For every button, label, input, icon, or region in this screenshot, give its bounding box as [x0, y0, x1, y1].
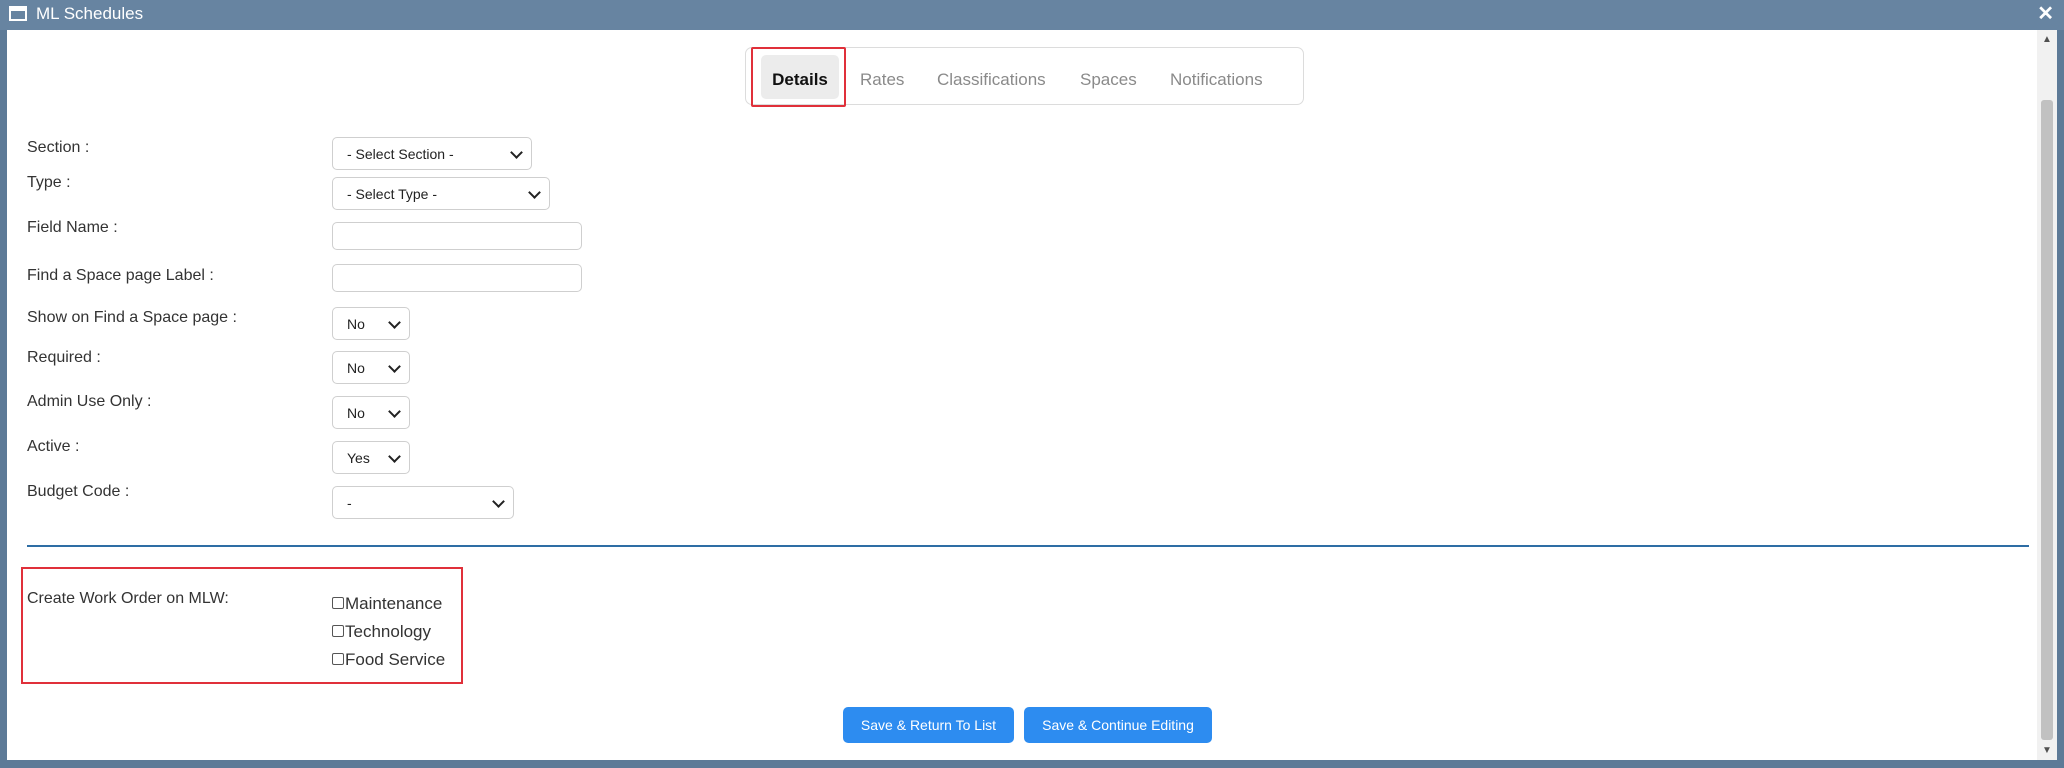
- window-icon: [9, 6, 27, 21]
- save-continue-button[interactable]: Save & Continue Editing: [1024, 707, 1212, 743]
- chevron-down-icon: [388, 405, 401, 418]
- active-select[interactable]: Yes: [332, 441, 410, 474]
- show-on-find-value: No: [347, 316, 365, 332]
- scroll-up-icon[interactable]: ▲: [2040, 33, 2054, 47]
- type-select-value: - Select Type -: [347, 186, 438, 202]
- chevron-down-icon: [492, 495, 505, 508]
- show-on-find-select[interactable]: No: [332, 307, 410, 340]
- field-name-label: Field Name :: [27, 219, 118, 236]
- save-return-button[interactable]: Save & Return To List: [843, 707, 1014, 743]
- maintenance-checkbox-label[interactable]: Maintenance: [345, 594, 442, 614]
- budget-code-label: Budget Code :: [27, 483, 130, 500]
- tab-spaces[interactable]: Spaces: [1080, 70, 1137, 90]
- section-divider: [27, 545, 2029, 547]
- chevron-down-icon: [510, 146, 523, 159]
- section-select-value: - Select Section -: [347, 146, 454, 162]
- active-label: Active :: [27, 438, 80, 455]
- scroll-down-icon[interactable]: ▼: [2040, 744, 2054, 758]
- active-value: Yes: [347, 450, 370, 466]
- technology-checkbox[interactable]: [332, 625, 344, 637]
- section-label: Section :: [27, 139, 90, 156]
- chevron-down-icon: [388, 450, 401, 463]
- tab-classifications[interactable]: Classifications: [937, 70, 1046, 90]
- scrollbar-thumb[interactable]: [2041, 100, 2053, 740]
- field-name-input[interactable]: [332, 222, 582, 250]
- budget-code-value: -: [347, 495, 352, 511]
- tab-rates[interactable]: Rates: [860, 70, 904, 90]
- find-space-label-input[interactable]: [332, 264, 582, 292]
- highlight-box-tab: [751, 47, 846, 107]
- admin-only-label: Admin Use Only :: [27, 393, 152, 410]
- admin-only-select[interactable]: No: [332, 396, 410, 429]
- technology-checkbox-label[interactable]: Technology: [345, 622, 431, 642]
- chevron-down-icon: [388, 360, 401, 373]
- type-select[interactable]: - Select Type -: [332, 177, 550, 210]
- window-title: ML Schedules: [36, 4, 144, 23]
- food-service-checkbox[interactable]: [332, 653, 344, 665]
- food-service-checkbox-label[interactable]: Food Service: [345, 650, 445, 670]
- chevron-down-icon: [388, 316, 401, 329]
- show-on-find-label: Show on Find a Space page :: [27, 309, 237, 326]
- title-bar: ML Schedules ✕: [0, 0, 2064, 30]
- admin-only-value: No: [347, 405, 365, 421]
- budget-code-select[interactable]: -: [332, 486, 514, 519]
- required-label: Required :: [27, 349, 101, 366]
- tab-notifications[interactable]: Notifications: [1170, 70, 1263, 90]
- find-space-label-label: Find a Space page Label :: [27, 267, 214, 284]
- chevron-down-icon: [528, 186, 541, 199]
- maintenance-checkbox[interactable]: [332, 597, 344, 609]
- work-order-label: Create Work Order on MLW:: [27, 590, 229, 607]
- window-bottom-border: [0, 760, 2064, 768]
- type-label: Type :: [27, 174, 71, 191]
- section-select[interactable]: - Select Section -: [332, 137, 532, 170]
- close-icon[interactable]: ✕: [2037, 2, 2054, 26]
- required-select[interactable]: No: [332, 351, 410, 384]
- required-value: No: [347, 360, 365, 376]
